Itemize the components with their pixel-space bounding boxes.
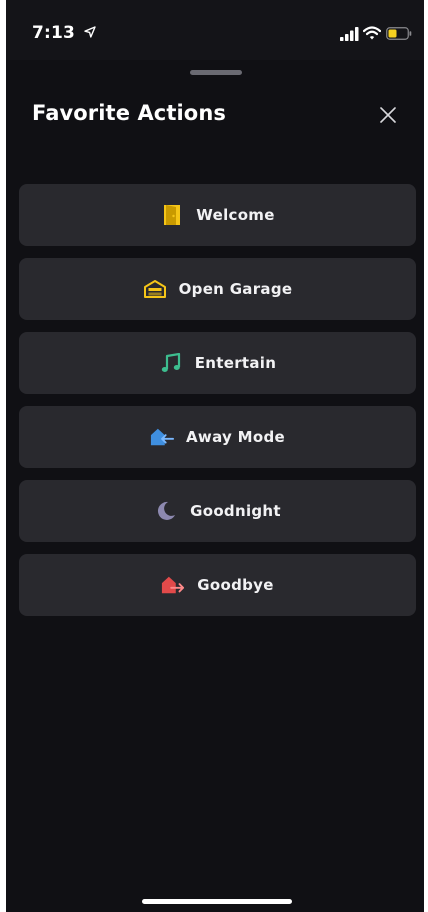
action-label: Welcome [196,206,275,224]
home-indicator[interactable] [142,899,292,904]
close-button[interactable] [373,100,403,130]
action-label: Goodnight [190,502,281,520]
status-bar: 7:13 [6,0,424,60]
close-icon [380,107,396,123]
garage-icon [143,278,167,300]
action-goodnight-button[interactable]: Goodnight [19,480,416,542]
action-label: Away Mode [186,428,285,446]
action-open-garage-button[interactable]: Open Garage [19,258,416,320]
music-note-icon [159,352,183,374]
location-arrow-icon [84,26,96,38]
signal-icon [340,27,359,41]
status-time: 7:13 [32,23,76,43]
door-icon [160,204,184,226]
phone-screen: 7:13 Favorite Actions Welcome Open Garag… [6,0,424,912]
home-arrow-right-icon [161,574,185,596]
action-label: Entertain [194,354,277,372]
battery-icon [386,27,412,40]
action-welcome-button[interactable]: Welcome [19,184,416,246]
moon-icon [154,500,178,522]
action-label: Open Garage [178,280,293,298]
home-arrow-left-icon [150,426,174,448]
action-away-mode-button[interactable]: Away Mode [19,406,416,468]
action-entertain-button[interactable]: Entertain [19,332,416,394]
sheet-title: Favorite Actions [32,101,226,125]
sheet-grabber[interactable] [190,70,242,75]
wifi-icon [363,26,381,40]
action-goodbye-button[interactable]: Goodbye [19,554,416,616]
favorite-actions-list: Welcome Open Garage Entertain Away Mode … [19,184,416,628]
action-label: Goodbye [197,576,274,594]
